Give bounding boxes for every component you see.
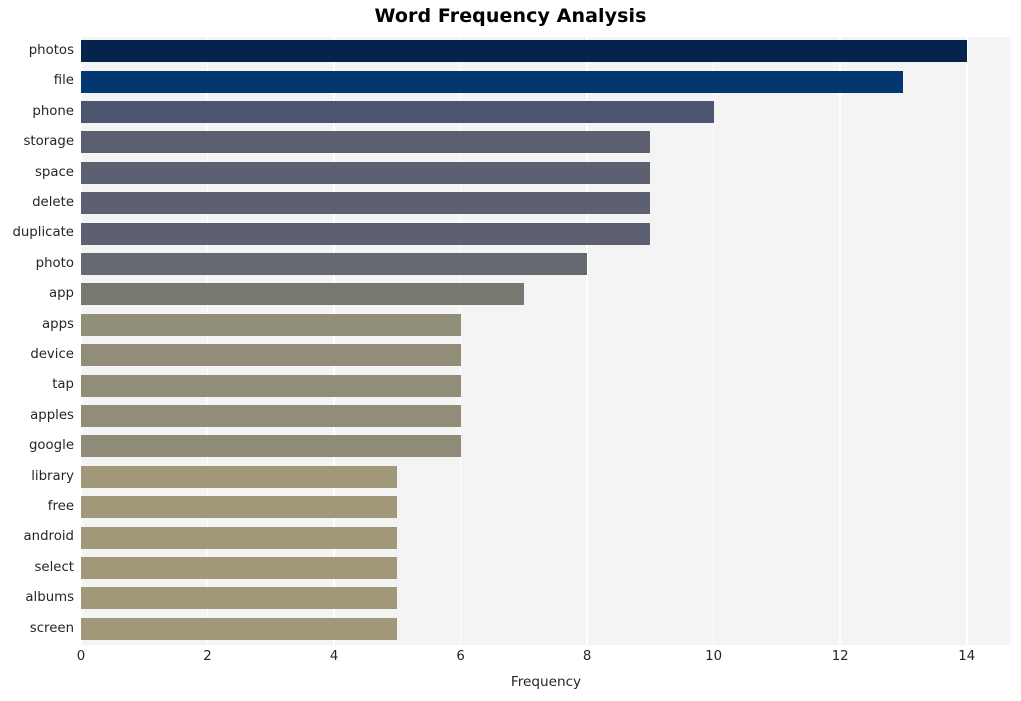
bar-tap[interactable]: [81, 374, 461, 397]
bar-row: [81, 493, 1011, 521]
bar-row: [81, 371, 1011, 399]
x-tick-label-0: 0: [76, 649, 86, 664]
y-tick-label-select: select: [34, 559, 74, 575]
bar-free[interactable]: [81, 496, 398, 519]
bar-row: [81, 311, 1011, 339]
y-tick-label-file: file: [53, 73, 74, 89]
y-tick-label-library: library: [31, 468, 74, 484]
bar-row: [81, 189, 1011, 217]
bar-storage[interactable]: [81, 131, 651, 154]
bar-apps[interactable]: [81, 313, 461, 336]
plot-area: [80, 37, 1011, 645]
chart-figure: Word Frequency Analysis photos file phone s…: [0, 0, 1021, 701]
x-tick-label-12: 12: [831, 649, 849, 664]
y-tick-label-device: device: [30, 347, 74, 362]
x-axis-tick-labels: 0 2 4 6 8 10 12 14: [0, 649, 1021, 669]
bar-row: [81, 554, 1011, 582]
y-tick-label-phone: phone: [32, 103, 74, 119]
bar-row: [81, 250, 1011, 278]
y-tick-label-google: google: [28, 438, 74, 454]
bar-row: [81, 67, 1011, 95]
y-tick-label-android: android: [23, 529, 74, 545]
y-axis-tick-labels: photos file phone storage space delete duplica…: [0, 37, 74, 645]
bar-row: [81, 463, 1011, 491]
x-tick-label-10: 10: [705, 649, 723, 664]
bar-row: [81, 98, 1011, 126]
y-tick-label-storage: storage: [23, 134, 74, 150]
bar-row: [81, 159, 1011, 187]
y-tick-label-space: space: [34, 164, 74, 180]
y-tick-label-photo: photo: [35, 255, 74, 271]
bar-row: [81, 432, 1011, 460]
bar-space[interactable]: [81, 161, 651, 184]
bar-google[interactable]: [81, 435, 461, 458]
bar-library[interactable]: [81, 465, 398, 488]
bar-row: [81, 37, 1011, 65]
bar-albums[interactable]: [81, 587, 398, 610]
bar-select[interactable]: [81, 556, 398, 579]
x-tick-label-2: 2: [203, 649, 212, 664]
chart-title: Word Frequency Analysis: [374, 5, 647, 27]
bar-row: [81, 402, 1011, 430]
y-tick-label-delete: delete: [32, 195, 74, 210]
bar-row: [81, 128, 1011, 156]
y-tick-label-app: app: [48, 286, 74, 302]
y-tick-label-apples: apples: [30, 407, 74, 423]
bar-row: [81, 341, 1011, 369]
bar-delete[interactable]: [81, 192, 651, 215]
y-tick-label-apps: apps: [42, 316, 74, 332]
x-axis-label: Frequency: [510, 674, 582, 690]
bar-photo[interactable]: [81, 252, 588, 275]
x-tick-label-4: 4: [329, 649, 339, 664]
y-tick-label-duplicate: duplicate: [12, 225, 74, 241]
x-tick-label-8: 8: [582, 649, 592, 664]
bar-phone[interactable]: [81, 100, 714, 123]
bar-screen[interactable]: [81, 617, 398, 640]
bar-duplicate[interactable]: [81, 222, 651, 245]
bar-row: [81, 615, 1011, 643]
bar-device[interactable]: [81, 344, 461, 367]
bar-row: [81, 523, 1011, 551]
y-tick-label-photos: photos: [28, 43, 74, 58]
bars-container: [81, 37, 1011, 645]
y-tick-label-free: free: [47, 499, 74, 514]
x-tick-label-6: 6: [456, 649, 465, 664]
y-tick-label-albums: albums: [25, 590, 74, 606]
bar-row: [81, 280, 1011, 308]
bar-row: [81, 584, 1011, 612]
bar-row: [81, 219, 1011, 247]
y-tick-label-tap: tap: [52, 377, 74, 393]
bar-photos[interactable]: [81, 40, 967, 63]
bar-app[interactable]: [81, 283, 524, 306]
bar-android[interactable]: [81, 526, 398, 549]
bar-apples[interactable]: [81, 404, 461, 427]
x-tick-label-14: 14: [958, 649, 976, 664]
bar-file[interactable]: [81, 70, 904, 93]
y-tick-label-screen: screen: [29, 620, 74, 636]
